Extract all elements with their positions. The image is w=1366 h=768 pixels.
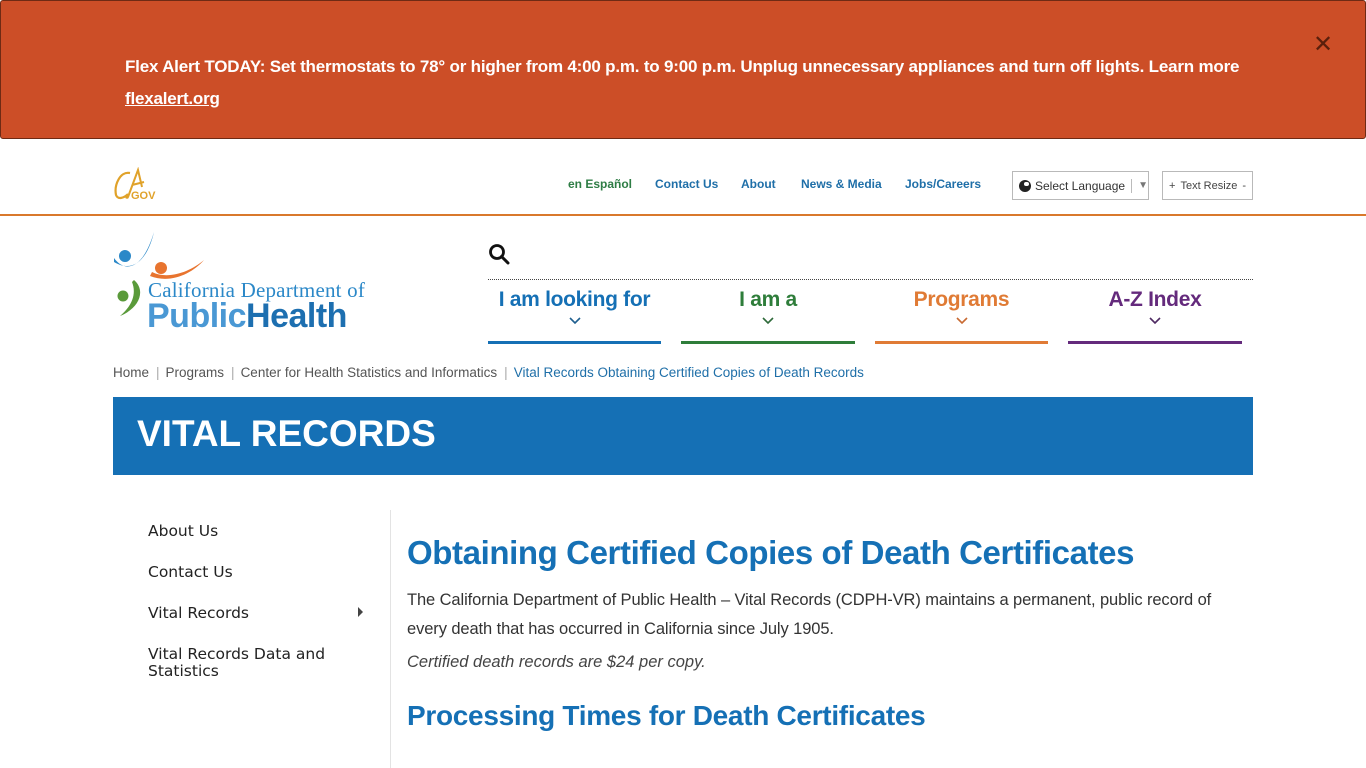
breadcrumb-home[interactable]: Home <box>113 365 149 380</box>
nav-label: I am looking for <box>498 288 651 311</box>
content-lead-paragraph: The California Department of Public Heal… <box>407 591 1212 638</box>
page-banner: VITAL RECORDS <box>113 397 1253 475</box>
ca-gov-logo[interactable]: GOV <box>112 167 160 203</box>
side-nav-vital-records[interactable]: Vital Records <box>148 605 363 622</box>
en-espanol-link[interactable]: en Español <box>568 177 632 191</box>
chevron-down-icon <box>568 317 581 325</box>
nav-programs[interactable]: Programs <box>875 283 1048 345</box>
search-input-underline[interactable] <box>488 279 1253 280</box>
side-nav-data-statistics[interactable]: Vital Records Data and Statistics <box>148 646 363 680</box>
text-resize-control[interactable]: + Text Resize - <box>1162 171 1253 200</box>
nav-underline <box>1068 341 1242 344</box>
language-select-value: Select Language <box>1035 178 1126 193</box>
nav-underline <box>681 341 855 344</box>
text-decrease-button[interactable]: - <box>1242 180 1246 192</box>
chevron-down-icon <box>955 317 968 325</box>
text-resize-label: Text Resize <box>1180 179 1238 192</box>
nav-label: I am a <box>739 288 797 311</box>
cdph-logo-line2: PublicHealth <box>147 297 347 336</box>
alert-text: Flex Alert TODAY: Set thermostats to 78°… <box>125 51 1255 115</box>
contact-us-link[interactable]: Contact Us <box>655 177 718 191</box>
jobs-careers-link[interactable]: Jobs/Careers <box>905 177 981 191</box>
processing-times-heading: Processing Times for Death Certificates <box>407 700 926 731</box>
nav-label: Programs <box>913 288 1010 311</box>
nav-label: A-Z Index <box>1108 288 1202 311</box>
search-icon[interactable] <box>488 243 510 265</box>
breadcrumb: Home | Programs | Center for Health Statisti… <box>113 365 864 380</box>
breadcrumb-chsi[interactable]: Center for Health Statistics and Informa… <box>241 365 498 380</box>
news-media-link[interactable]: News & Media <box>801 177 882 191</box>
chevron-down-icon <box>762 317 774 325</box>
text-increase-button[interactable]: + <box>1169 180 1175 192</box>
breadcrumb-programs[interactable]: Programs <box>166 365 225 380</box>
globe-icon <box>1019 179 1031 192</box>
nav-i-am-a[interactable]: I am a <box>681 283 855 345</box>
flex-alert-banner: Flex Alert TODAY: Set thermostats to 78°… <box>0 0 1366 139</box>
about-link[interactable]: About <box>741 177 776 191</box>
flexalert-link[interactable]: flexalert.org <box>125 89 220 108</box>
page-banner-title: VITAL RECORDS <box>137 413 436 454</box>
logo-public: Public <box>147 297 247 335</box>
cdph-logo[interactable]: California Department of PublicHealth <box>112 228 382 338</box>
dropdown-arrow-icon: ▼ <box>1138 180 1148 191</box>
side-nav-about-us[interactable]: About Us <box>148 523 363 540</box>
sidebar-divider <box>390 510 391 768</box>
nav-underline <box>488 341 661 344</box>
main-content: Obtaining Certified Copies of Death Cert… <box>407 534 1247 732</box>
breadcrumb-separator: | <box>156 365 160 380</box>
content-title: Obtaining Certified Copies of Death Cert… <box>407 534 1135 571</box>
alert-message: Flex Alert TODAY: Set thermostats to 78°… <box>125 57 1240 76</box>
close-icon[interactable]: ✕ <box>1311 33 1335 57</box>
breadcrumb-separator: | <box>504 365 508 380</box>
chevron-down-icon <box>1149 317 1161 325</box>
nav-i-am-looking-for[interactable]: I am looking for <box>488 283 661 345</box>
breadcrumb-separator: | <box>231 365 235 380</box>
side-nav-contact-us[interactable]: Contact Us <box>148 564 363 581</box>
price-note: Certified death records are $24 per copy… <box>407 653 706 671</box>
nav-a-z-index[interactable]: A-Z Index <box>1068 283 1242 345</box>
submenu-arrow-icon[interactable] <box>358 607 363 617</box>
svg-text:GOV: GOV <box>131 190 156 202</box>
logo-health: Health <box>246 297 347 335</box>
select-divider <box>1131 178 1133 193</box>
breadcrumb-current[interactable]: Vital Records Obtaining Certified Copies… <box>514 365 864 380</box>
nav-underline <box>875 341 1048 344</box>
language-select[interactable]: Select Language ▼ <box>1012 171 1149 200</box>
